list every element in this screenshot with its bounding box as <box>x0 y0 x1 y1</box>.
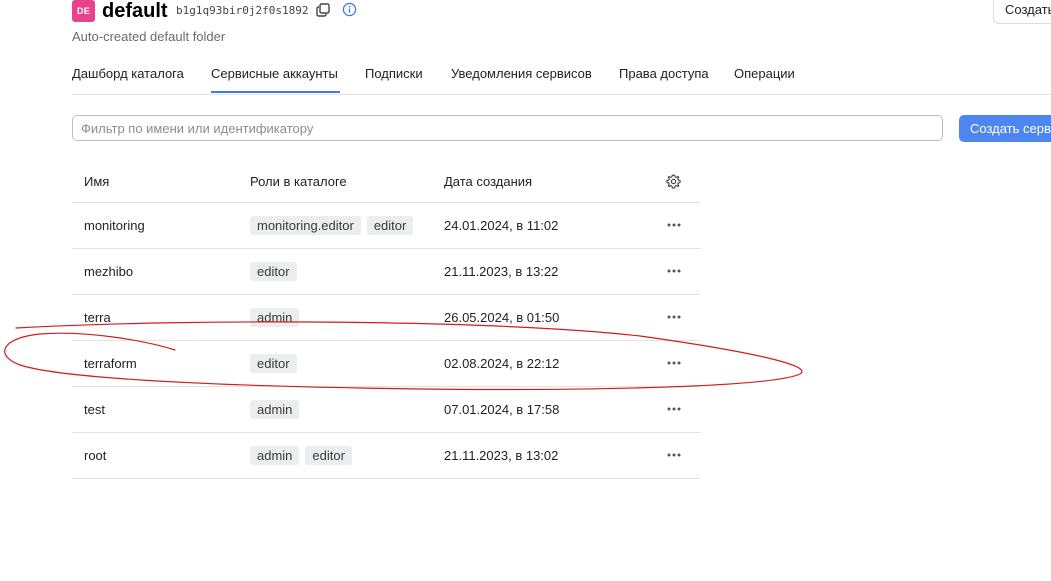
role-tag: admin <box>250 308 300 327</box>
folder-id: b1g1q93bir0j2f0s1892 <box>176 4 309 17</box>
roles-list: admin <box>250 308 300 327</box>
tab-subscriptions[interactable]: Подписки <box>365 66 423 81</box>
tab-operations[interactable]: Операции <box>734 66 795 81</box>
service-account-name[interactable]: root <box>84 448 106 463</box>
more-horizontal-icon[interactable] <box>664 308 684 326</box>
service-accounts-table: Имя Роли в каталоге Дата создания monito… <box>72 160 700 479</box>
column-header-roles: Роли в каталоге <box>250 174 347 189</box>
create-service-account-button[interactable]: Создать серв <box>959 115 1051 142</box>
role-tag: monitoring.editor <box>250 216 361 235</box>
creation-date: 02.08.2024, в 22:12 <box>444 356 560 371</box>
roles-list: admin editor <box>250 446 352 465</box>
tab-service-notifications[interactable]: Уведомления сервисов <box>451 66 592 81</box>
role-tag: admin <box>250 446 300 465</box>
tab-service-accounts[interactable]: Сервисные аккаунты <box>211 66 338 81</box>
table-row[interactable]: monitoring monitoring.editor editor 24.01.2… <box>72 203 700 249</box>
roles-list: admin <box>250 400 300 419</box>
creation-date: 24.01.2024, в 11:02 <box>444 218 559 233</box>
more-horizontal-icon[interactable] <box>664 262 684 280</box>
table-body: monitoring monitoring.editor editor 24.01.2… <box>72 203 700 479</box>
creation-date: 21.11.2023, в 13:02 <box>444 448 559 463</box>
role-tag: editor <box>305 446 352 465</box>
create-button[interactable]: Создать <box>993 0 1051 24</box>
creation-date: 21.11.2023, в 13:22 <box>444 264 559 279</box>
roles-list: monitoring.editor editor <box>250 216 414 235</box>
tab-dashboard[interactable]: Дашборд каталога <box>72 66 184 81</box>
table-row[interactable]: terraform editor 02.08.2024, в 22:12 <box>72 341 700 387</box>
folder-title: default <box>102 0 168 22</box>
service-account-name[interactable]: terraform <box>84 356 137 371</box>
role-tag: editor <box>366 216 414 235</box>
filter-input[interactable] <box>72 115 943 141</box>
column-header-created: Дата создания <box>444 174 533 189</box>
more-horizontal-icon[interactable] <box>664 216 684 234</box>
tab-access-rights[interactable]: Права доступа <box>619 66 709 81</box>
gear-icon[interactable] <box>666 174 681 189</box>
active-tab-indicator <box>211 91 340 93</box>
roles-list: editor <box>250 262 297 281</box>
service-account-name[interactable]: test <box>84 402 105 417</box>
roles-list: editor <box>250 354 297 373</box>
creation-date: 26.05.2024, в 01:50 <box>444 310 560 325</box>
more-horizontal-icon[interactable] <box>664 400 684 418</box>
copy-icon[interactable] <box>316 3 330 17</box>
role-tag: editor <box>250 262 297 281</box>
tab-bar: Дашборд каталога Сервисные аккаунты Подп… <box>72 60 1051 95</box>
role-tag: admin <box>250 400 300 419</box>
more-horizontal-icon[interactable] <box>664 354 684 372</box>
table-row[interactable]: root admin editor 21.11.2023, в 13:02 <box>72 433 700 479</box>
service-account-name[interactable]: terra <box>84 310 111 325</box>
info-icon[interactable] <box>342 2 357 17</box>
folder-avatar-badge: DE <box>72 0 95 22</box>
table-row[interactable]: test admin 07.01.2024, в 17:58 <box>72 387 700 433</box>
table-row[interactable]: mezhibo editor 21.11.2023, в 13:22 <box>72 249 700 295</box>
column-header-name: Имя <box>84 174 110 189</box>
folder-description: Auto-created default folder <box>72 29 226 44</box>
service-account-name[interactable]: monitoring <box>84 218 145 233</box>
role-tag: editor <box>250 354 297 373</box>
more-horizontal-icon[interactable] <box>664 446 684 464</box>
table-header: Имя Роли в каталоге Дата создания <box>72 160 700 203</box>
table-row[interactable]: terra admin 26.05.2024, в 01:50 <box>72 295 700 341</box>
creation-date: 07.01.2024, в 17:58 <box>444 402 560 417</box>
service-account-name[interactable]: mezhibo <box>84 264 133 279</box>
